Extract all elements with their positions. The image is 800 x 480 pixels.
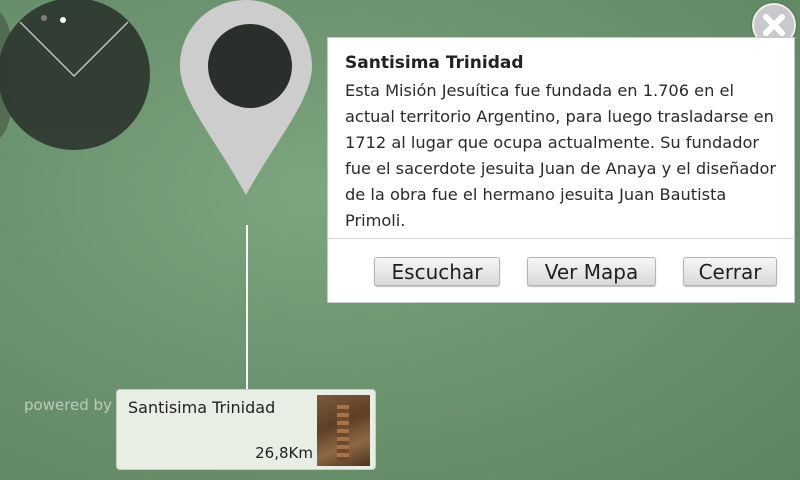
info-title: Santisima Trinidad (345, 53, 524, 73)
close-button[interactable]: Cerrar (683, 257, 777, 286)
poi-card[interactable]: Santisima Trinidad 26,8Km (116, 389, 376, 470)
poi-thumbnail (317, 395, 370, 466)
powered-by-label: powered by (24, 396, 112, 414)
info-panel: Santisima Trinidad Esta Misión Jesuítica… (327, 37, 795, 303)
view-map-button[interactable]: Ver Mapa (527, 257, 656, 286)
divider (328, 238, 794, 239)
map-pin-icon (180, 0, 312, 195)
poi-distance: 26,8Km (255, 444, 313, 462)
radar-icon[interactable] (0, 0, 150, 150)
poi-name: Santisima Trinidad (128, 398, 276, 417)
pin-connector-line (246, 225, 248, 390)
info-description: Esta Misión Jesuítica fue fundada en 1.7… (345, 81, 777, 230)
listen-button[interactable]: Escuchar (374, 257, 500, 286)
